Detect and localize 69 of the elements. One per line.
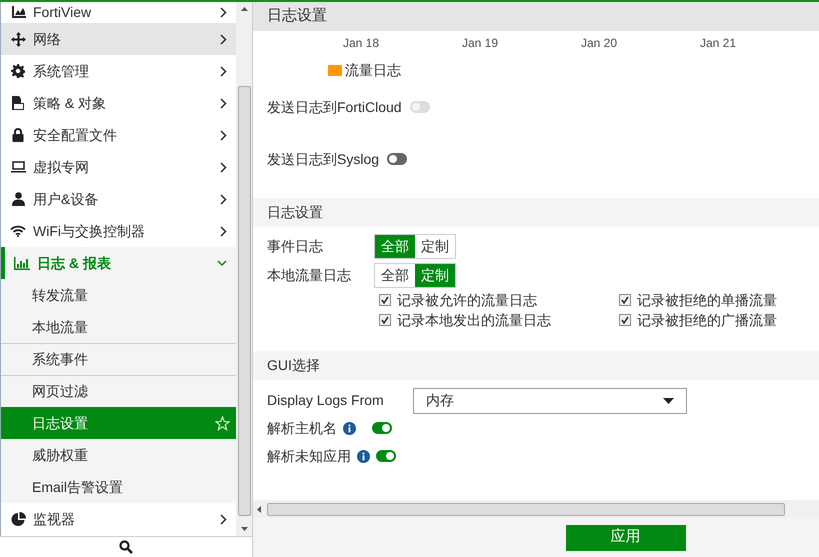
- checkbox-label: 记录被拒绝的单播流量: [637, 291, 777, 310]
- chevron-right-icon: [220, 162, 227, 172]
- area-chart-icon: [10, 6, 26, 19]
- menu-item[interactable]: 网络: [1, 23, 236, 55]
- gear-icon: [10, 64, 26, 78]
- scroll-down-icon[interactable]: [240, 527, 248, 531]
- chevron-right-icon: [220, 7, 227, 18]
- submenu-item[interactable]: Email告警设置: [1, 471, 236, 503]
- section-title: GUI选择: [267, 356, 320, 375]
- checkbox[interactable]: [379, 294, 391, 306]
- setting-label: 解析主机名: [267, 418, 337, 438]
- apply-button[interactable]: 应用: [566, 524, 686, 550]
- scrollbar[interactable]: [236, 2, 252, 536]
- segment-button[interactable]: 定制: [415, 264, 455, 287]
- checkbox[interactable]: [379, 314, 391, 326]
- horizontal-scrollbar[interactable]: [253, 500, 819, 518]
- setting-label: 发送日志到FortiCloud: [267, 98, 402, 116]
- star-icon[interactable]: [215, 416, 230, 430]
- chevron-right-icon: [220, 226, 227, 236]
- document-icon: [10, 96, 26, 110]
- submenu-item[interactable]: 本地流量: [1, 311, 236, 343]
- section-title: 日志设置: [267, 203, 323, 222]
- chevron-right-icon: [220, 514, 227, 524]
- checkbox-label: 记录被允许的流量日志: [397, 291, 537, 310]
- field-label: 本地流量日志: [267, 266, 352, 285]
- bar-chart-icon: [14, 256, 30, 270]
- submenu-item[interactable]: 网页过滤: [1, 375, 236, 407]
- chevron-right-icon: [220, 98, 227, 108]
- search-icon[interactable]: [119, 540, 133, 554]
- toggle-switch[interactable]: [372, 422, 392, 434]
- user-icon: [10, 192, 26, 206]
- scroll-left-icon[interactable]: [257, 506, 261, 512]
- chevron-right-icon: [220, 66, 227, 76]
- setting-label: 解析未知应用: [267, 446, 351, 466]
- page-title: 日志设置: [267, 6, 327, 26]
- field-label: 事件日志: [267, 237, 324, 256]
- pie-chart-icon: [10, 512, 26, 526]
- laptop-icon: [10, 161, 26, 173]
- submenu-item[interactable]: 转发流量: [1, 279, 236, 311]
- toggle-switch[interactable]: [387, 153, 408, 165]
- move-arrows-icon: [10, 32, 26, 46]
- chevron-right-icon: [220, 194, 227, 204]
- checkbox[interactable]: [619, 294, 631, 306]
- axis-label: Jan 18: [343, 35, 380, 52]
- axis-label: Jan 21: [700, 35, 738, 52]
- scroll-up-icon[interactable]: [240, 7, 248, 11]
- chevron-right-icon: [220, 130, 227, 140]
- axis-label: Jan 19: [462, 35, 500, 52]
- checkbox-label: 记录本地发出的流量日志: [397, 311, 551, 330]
- checkbox[interactable]: [619, 314, 631, 326]
- wifi-icon: [10, 225, 26, 237]
- axis-label: Jan 20: [581, 35, 618, 52]
- segment-button[interactable]: 全部: [375, 235, 415, 258]
- submenu-item[interactable]: 威胁权重: [1, 439, 236, 471]
- dropdown[interactable]: 内存: [413, 388, 687, 414]
- field-label: Display Logs From: [267, 391, 385, 410]
- lock-icon: [10, 128, 26, 142]
- submenu-item[interactable]: 日志设置: [1, 407, 236, 439]
- setting-label: 发送日志到Syslog: [267, 150, 380, 169]
- toggle-switch[interactable]: [376, 450, 396, 462]
- info-icon: [343, 422, 356, 434]
- legend-label: 流量日志: [345, 60, 401, 80]
- chevron-down-icon: [217, 260, 227, 266]
- checkbox-label: 记录被拒绝的广播流量: [637, 311, 777, 330]
- menu-item[interactable]: 日志 & 报表: [1, 247, 236, 279]
- info-icon: [357, 450, 370, 462]
- submenu-item[interactable]: 系统事件: [1, 343, 236, 375]
- chevron-right-icon: [220, 34, 227, 44]
- caret-icon: [663, 398, 674, 404]
